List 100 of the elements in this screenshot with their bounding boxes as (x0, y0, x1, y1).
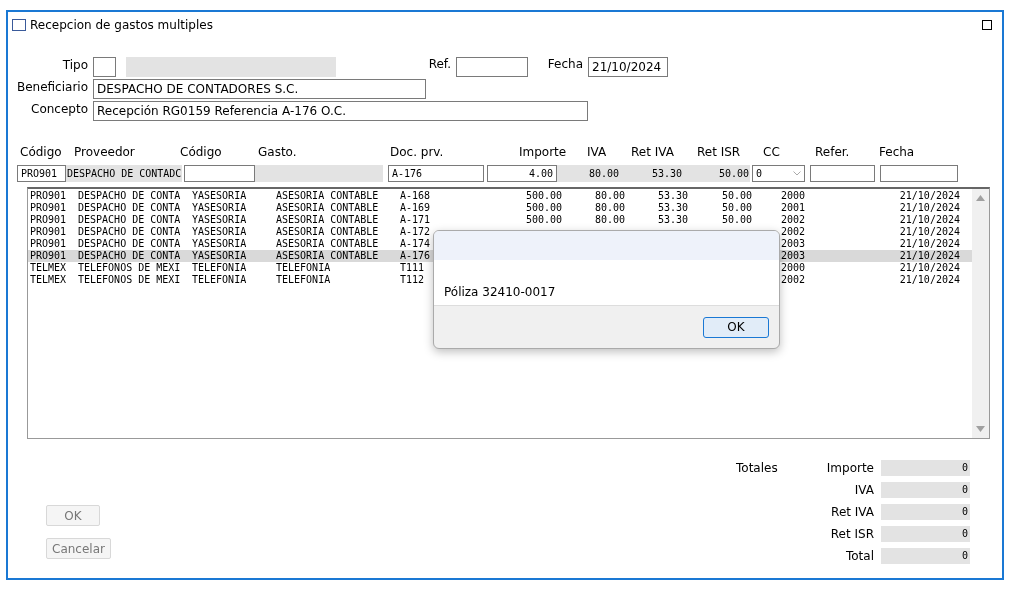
column-header: Gasto. (258, 145, 298, 161)
table-cell: PRO901 (30, 202, 67, 214)
table-cell: 2002 (781, 214, 806, 226)
table-cell: YASESORIA (192, 226, 247, 238)
scroll-down-icon[interactable] (976, 426, 985, 432)
table-cell: TELEFONIA (276, 274, 331, 286)
table-cell: ASESORIA CONTABLE (276, 238, 379, 250)
table-cell: TELMEX (30, 262, 67, 274)
column-header: Refer. (815, 145, 851, 161)
table-cell: 53.30 (657, 190, 688, 202)
table-row[interactable]: PRO901 DESPACHO DE CONTA YASESORIA ASESORIA CONTABLE A-172 2002 21/10/2024 (28, 226, 972, 238)
table-cell: DESPACHO DE CONTA (78, 238, 181, 250)
table-cell: A-171 (400, 214, 431, 226)
total-value: 0 (881, 504, 970, 520)
table-cell: 500.00 (525, 202, 562, 214)
table-cell: TELEFONIA (192, 274, 247, 286)
table-cell: PRO901 (30, 214, 67, 226)
table-cell: ASESORIA CONTABLE (276, 202, 379, 214)
total-value: 0 (881, 526, 970, 542)
input-field[interactable]: PRO901 (17, 165, 66, 182)
column-header: IVA (587, 145, 608, 161)
table-row[interactable]: PRO901 DESPACHO DE CONTA YASESORIA ASESORIA CONTABLE A-169 500.00 80.00 53.30 50.00 2001 21/10/2024 (28, 202, 972, 214)
table-cell: 2001 (781, 202, 806, 214)
column-header: Importe (519, 145, 568, 161)
total-label: Total (844, 549, 874, 563)
maximize-icon[interactable] (982, 20, 992, 30)
tipo-field[interactable] (93, 57, 116, 77)
field-label: Concepto (30, 101, 89, 116)
table-cell: 21/10/2024 (899, 274, 960, 286)
table-cell: T112 (400, 274, 425, 286)
chevron-down-icon (793, 171, 801, 176)
date-field[interactable]: 21/10/2024 (588, 57, 668, 77)
table-cell: 80.00 (594, 214, 625, 226)
total-value: 0 (881, 548, 970, 564)
table-cell: ASESORIA CONTABLE (276, 214, 379, 226)
readonly-field: 53.30 (620, 165, 683, 182)
column-header: Fecha (879, 145, 916, 161)
input-field[interactable] (184, 165, 255, 182)
totals-label: Totales (736, 460, 779, 477)
table-cell: YASESORIA (192, 214, 247, 226)
table-cell: TELMEX (30, 274, 67, 286)
table-cell: 21/10/2024 (899, 190, 960, 202)
table-cell: 50.00 (721, 202, 752, 214)
total-value: 0 (881, 482, 970, 498)
input-field[interactable]: 4.00 (487, 165, 557, 182)
table-row[interactable]: TELMEX TELEFONOS DE MEXI TELEFONIA TELEFONIA T111 2000 21/10/2024 (28, 262, 972, 274)
concept-field[interactable]: Recepción RG0159 Referencia A-176 O.C. (93, 101, 588, 121)
table-cell: YASESORIA (192, 190, 247, 202)
dialog-ok-button[interactable]: OK (703, 316, 769, 338)
table-row[interactable]: PRO901 DESPACHO DE CONTA YASESORIA ASESORIA CONTABLE A-168 500.00 80.00 53.30 50.00 2000 21/10/2024 (28, 190, 972, 202)
table-row[interactable]: PRO901 DESPACHO DE CONTA YASESORIA ASESORIA CONTABLE A-174 2003 21/10/2024 (28, 238, 972, 250)
total-value: 0 (881, 460, 970, 476)
table-cell: 2002 (781, 274, 806, 286)
beneficiary-field[interactable]: DESPACHO DE CONTADORES S.C. (93, 79, 426, 99)
column-header: CC (763, 145, 781, 161)
table-cell: 53.30 (657, 214, 688, 226)
readonly-field: 50.00 (683, 165, 750, 182)
table-cell: 50.00 (721, 214, 752, 226)
table-row[interactable]: PRO901 DESPACHO DE CONTA YASESORIA ASESORIA CONTABLE A-171 500.00 80.00 53.30 50.00 2002 21/10/2024 (28, 214, 972, 226)
column-header: Código (180, 145, 223, 161)
table-cell: DESPACHO DE CONTA (78, 190, 181, 202)
window-icon (12, 19, 26, 31)
column-header: Ret ISR (697, 145, 742, 161)
table-cell: DESPACHO DE CONTA (78, 226, 181, 238)
dialog-message: Póliza 32410-0017 (444, 285, 556, 299)
window-title: Recepcion de gastos multiples (30, 18, 214, 32)
field-label: Beneficiario (15, 79, 89, 94)
table-cell: 500.00 (525, 214, 562, 226)
column-header: Doc. prv. (390, 145, 445, 161)
ref-field[interactable] (456, 57, 528, 77)
table-cell: TELEFONIA (192, 262, 247, 274)
table-cell: ASESORIA CONTABLE (276, 190, 379, 202)
column-header: Proveedor (74, 145, 136, 161)
input-field[interactable]: A-176 (388, 165, 484, 182)
readonly-field: DESPACHO DE CONTADC (66, 165, 182, 182)
scroll-up-icon[interactable] (976, 195, 985, 201)
cc-dropdown[interactable]: 0 (752, 165, 805, 182)
table-cell: A-168 (400, 190, 431, 202)
table-cell: PRO901 (30, 238, 67, 250)
input-field[interactable] (880, 165, 958, 182)
table-cell: 500.00 (525, 190, 562, 202)
column-header: Ret IVA (631, 145, 675, 161)
table-cell: A-176 (400, 250, 431, 262)
table-cell: 53.30 (657, 202, 688, 214)
scrollbar[interactable] (972, 189, 989, 438)
table-cell: T111 (400, 262, 425, 274)
table-cell: 21/10/2024 (899, 226, 960, 238)
field-label: Fecha (546, 57, 584, 71)
table-cell: PRO901 (30, 250, 67, 262)
table-cell: 21/10/2024 (899, 238, 960, 250)
readonly-field: 80.00 (557, 165, 620, 182)
table-cell: TELEFONIA (276, 262, 331, 274)
total-label: Ret IVA (830, 505, 874, 519)
table-cell: 2000 (781, 190, 806, 202)
table-cell: YASESORIA (192, 238, 247, 250)
table-cell: 50.00 (721, 190, 752, 202)
table-cell: 80.00 (594, 202, 625, 214)
input-field[interactable] (810, 165, 875, 182)
table-cell: 2003 (781, 238, 806, 250)
table-row[interactable]: TELMEX TELEFONOS DE MEXI TELEFONIA TELEFONIA T112 2002 21/10/2024 (28, 274, 972, 286)
